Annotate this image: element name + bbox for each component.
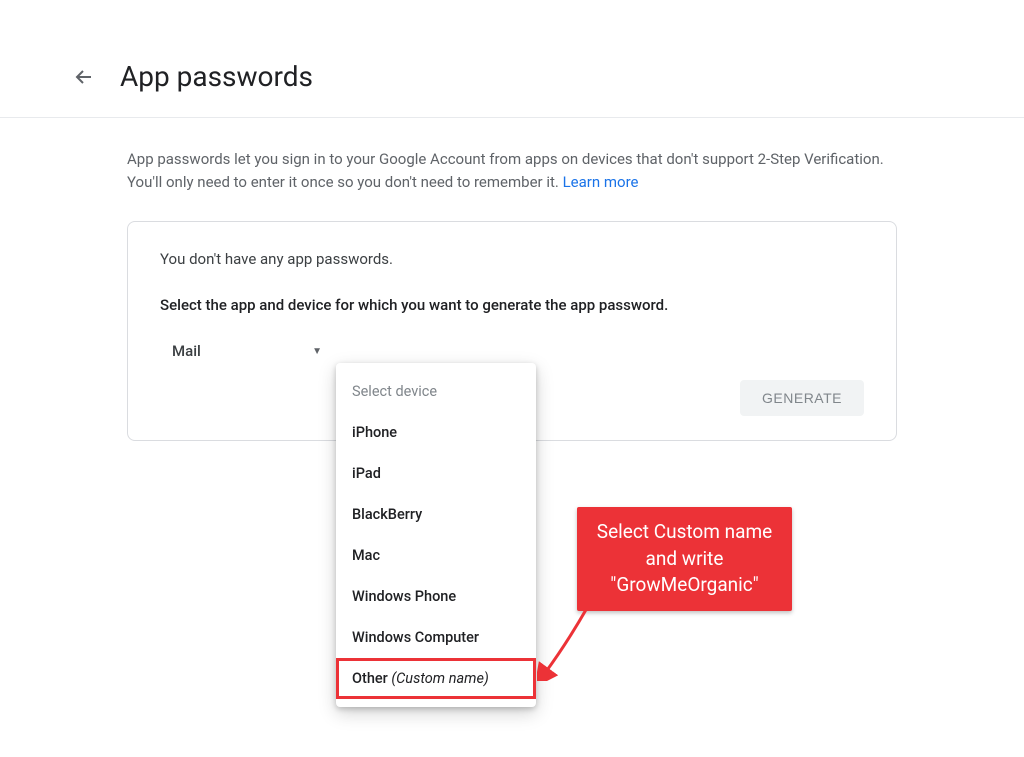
caret-down-icon: ▼ — [312, 346, 322, 357]
generate-button[interactable]: GENERATE — [740, 380, 864, 416]
annotation-arrow-icon — [537, 603, 592, 681]
select-app-dropdown[interactable]: Mail ▼ — [172, 342, 322, 360]
page-title: App passwords — [120, 60, 313, 93]
device-option-windows-phone[interactable]: Windows Phone — [336, 576, 536, 617]
select-instruction: Select the app and device for which you … — [160, 296, 864, 314]
no-passwords-text: You don't have any app passwords. — [160, 250, 864, 268]
selectors-row: Mail ▼ Select device ▼ — [172, 342, 864, 360]
select-app-value: Mail — [172, 342, 201, 360]
back-arrow-icon[interactable] — [72, 65, 96, 89]
device-option-other-suffix: (Custom name) — [388, 670, 489, 687]
device-option-other[interactable]: Other (Custom name) — [336, 658, 536, 699]
description-body: App passwords let you sign in to your Go… — [127, 150, 884, 191]
device-option-mac[interactable]: Mac — [336, 535, 536, 576]
device-option-iphone[interactable]: iPhone — [336, 412, 536, 453]
device-menu-placeholder: Select device — [336, 371, 536, 412]
learn-more-link[interactable]: Learn more — [563, 173, 639, 191]
device-option-windows-computer[interactable]: Windows Computer — [336, 617, 536, 658]
device-menu: Select device iPhone iPad BlackBerry Mac… — [336, 363, 536, 707]
device-option-blackberry[interactable]: BlackBerry — [336, 494, 536, 535]
device-option-ipad[interactable]: iPad — [336, 453, 536, 494]
description-text: App passwords let you sign in to your Go… — [127, 148, 897, 193]
annotation-callout: Select Custom name and write "GrowMeOrga… — [577, 507, 792, 611]
page-header: App passwords — [0, 0, 1024, 118]
device-option-other-label: Other — [352, 670, 388, 687]
